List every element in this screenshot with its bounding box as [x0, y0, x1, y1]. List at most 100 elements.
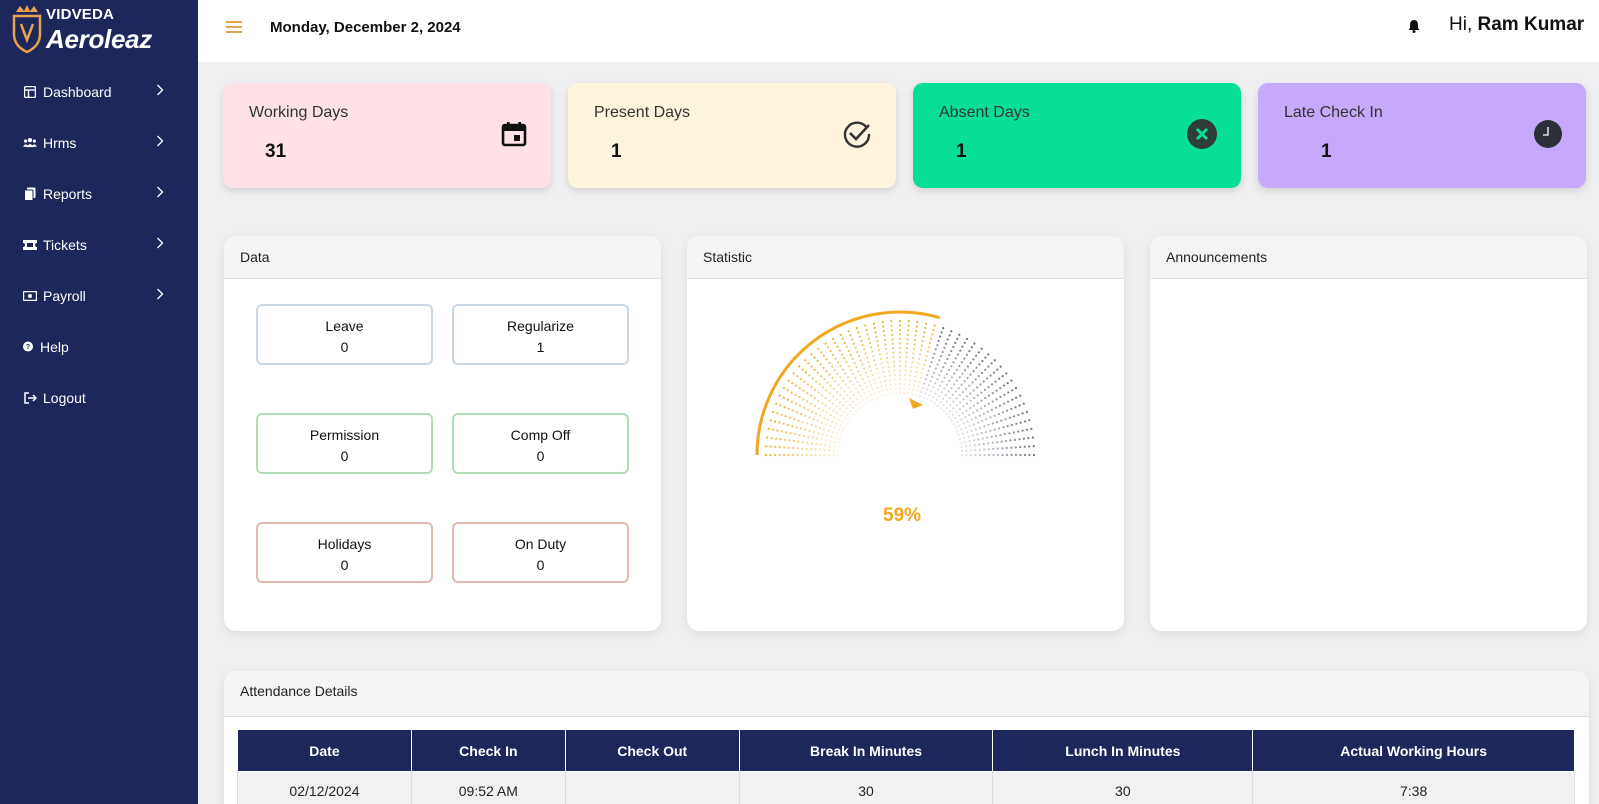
gauge-ray-filled	[778, 394, 846, 429]
gauge-ray-filled	[881, 321, 893, 395]
table-cell: 02/12/2024	[237, 771, 412, 804]
user-greeting[interactable]: Hi, Ram Kumar	[1449, 14, 1584, 36]
gauge-ray-filled	[769, 419, 842, 441]
brand-top-text: VIDVEDA	[46, 6, 115, 23]
stat-card-working-days: Working Days 31	[223, 83, 551, 188]
panel-title: Statistic	[687, 236, 1124, 279]
gauge-ray-filled	[903, 320, 910, 395]
gauge-ray-filled	[766, 436, 840, 448]
stat-value: 1	[956, 141, 967, 162]
attendance-gauge	[755, 310, 1036, 457]
stat-value: 1	[611, 141, 622, 162]
column-header: Break In Minutes	[738, 729, 994, 772]
gauge-ray-empty	[960, 453, 1036, 457]
panel-title: Announcements	[1150, 236, 1587, 279]
permission-box[interactable]: Permission 0	[256, 413, 433, 474]
comp-off-box[interactable]: Comp Off 0	[452, 413, 629, 474]
table-row: 02/12/2024 09:52 AM 30 30 7:38	[237, 771, 1575, 804]
gauge-ray-filled	[864, 324, 886, 397]
ticket-icon	[23, 238, 37, 252]
regularize-box[interactable]: Regularize 1	[452, 304, 629, 365]
sidebar-item-hrms[interactable]: Hrms	[0, 117, 198, 168]
box-label: Leave	[325, 318, 364, 334]
x-circle-icon	[1187, 119, 1217, 149]
data-panel: Data Leave 0 Regularize 1 Permission 0 C…	[224, 236, 661, 631]
greeting-prefix: Hi,	[1449, 14, 1473, 35]
check-circle-icon	[843, 121, 871, 148]
box-value: 1	[536, 339, 545, 355]
gauge-ray-empty	[958, 419, 1031, 441]
stat-card-late-check-in: Late Check In 1	[1258, 83, 1586, 188]
gauge-ray-empty	[926, 333, 961, 401]
table-cell: 30	[992, 771, 1254, 804]
gauge-percent-label: 59%	[883, 505, 922, 526]
announcements-panel: Announcements	[1150, 236, 1587, 631]
box-label: Regularize	[507, 318, 574, 334]
gauge-ray-empty	[960, 436, 1034, 448]
hamburger-menu-icon[interactable]	[226, 21, 242, 35]
table-cell: 09:52 AM	[410, 771, 566, 804]
gauge-ray-filled	[817, 347, 864, 407]
chevron-right-icon	[157, 288, 164, 300]
sidebar-item-help[interactable]: ? Help	[0, 321, 198, 372]
gauge-ray-empty	[948, 372, 1008, 419]
gauge-ray-empty	[956, 402, 1025, 433]
brand-name: Aeroleaz	[46, 24, 152, 54]
sidebar-item-payroll[interactable]: Payroll	[0, 270, 198, 321]
statistic-panel: Statistic 59%	[687, 236, 1124, 631]
gauge-ray-filled	[898, 319, 902, 395]
table-cell: 7:38	[1252, 771, 1575, 804]
sidebar-item-label: Dashboard	[43, 83, 112, 100]
bell-icon[interactable]	[1408, 19, 1420, 33]
sidebar-item-label: Logout	[43, 389, 86, 406]
crown-shield-icon	[12, 5, 42, 54]
gauge-ray-filled	[907, 321, 919, 395]
gauge-pointer	[909, 398, 923, 409]
stat-card-present-days: Present Days 1	[568, 83, 896, 188]
stat-value: 1	[1321, 141, 1332, 162]
gauge-ray-filled	[787, 379, 850, 422]
box-label: Holidays	[317, 536, 372, 552]
sidebar-item-label: Hrms	[43, 134, 77, 151]
reports-icon	[23, 187, 37, 201]
gauge-ray-filled	[914, 324, 936, 397]
sidebar-item-logout[interactable]: Logout	[0, 372, 198, 423]
column-header: Lunch In Minutes	[992, 729, 1254, 772]
gauge-ray-empty	[954, 394, 1022, 429]
chevron-right-icon	[157, 84, 164, 96]
user-name: Ram Kumar	[1477, 14, 1585, 35]
attendance-panel: Attendance Details Date Check In Check O…	[224, 671, 1589, 804]
gauge-ray-empty	[922, 330, 953, 399]
table-header-row: Date Check In Check Out Break In Minutes…	[237, 729, 1575, 772]
column-header: Check Out	[564, 729, 740, 772]
sidebar-item-label: Reports	[43, 185, 93, 202]
gauge-progress-arc	[755, 310, 941, 456]
sidebar-item-dashboard[interactable]: Dashboard	[0, 66, 198, 117]
brand-logo[interactable]: VIDVEDA Aeroleaz	[12, 4, 192, 56]
sidebar-item-reports[interactable]: Reports	[0, 168, 198, 219]
top-header: Monday, December 2, 2024 Hi, Ram Kumar	[198, 0, 1599, 62]
column-header: Actual Working Hours	[1252, 729, 1575, 772]
gauge-ray-filled	[764, 453, 840, 457]
clock-icon	[1534, 120, 1562, 148]
table-cell: 30	[738, 771, 994, 804]
box-value: 0	[340, 448, 349, 464]
gauge-ray-empty	[936, 347, 983, 407]
box-label: On Duty	[514, 536, 567, 552]
gauge-ray-filled	[792, 372, 852, 419]
stat-label: Late Check In	[1284, 104, 1383, 121]
gauge-ray-filled	[839, 333, 874, 401]
leave-box[interactable]: Leave 0	[256, 304, 433, 365]
gauge-ray-filled	[890, 320, 897, 395]
sidebar-item-label: Payroll	[43, 287, 86, 304]
gauge-ray-filled	[775, 402, 844, 433]
sidebar-item-tickets[interactable]: Tickets	[0, 219, 198, 270]
chevron-right-icon	[157, 237, 164, 249]
table-cell	[564, 771, 740, 804]
holidays-box[interactable]: Holidays 0	[256, 522, 433, 583]
stat-label: Absent Days	[939, 104, 1030, 121]
on-duty-box[interactable]: On Duty 0	[452, 522, 629, 583]
stat-label: Present Days	[594, 104, 691, 121]
stat-card-absent-days: Absent Days 1	[913, 83, 1241, 188]
sidebar-item-label: Tickets	[43, 236, 87, 253]
